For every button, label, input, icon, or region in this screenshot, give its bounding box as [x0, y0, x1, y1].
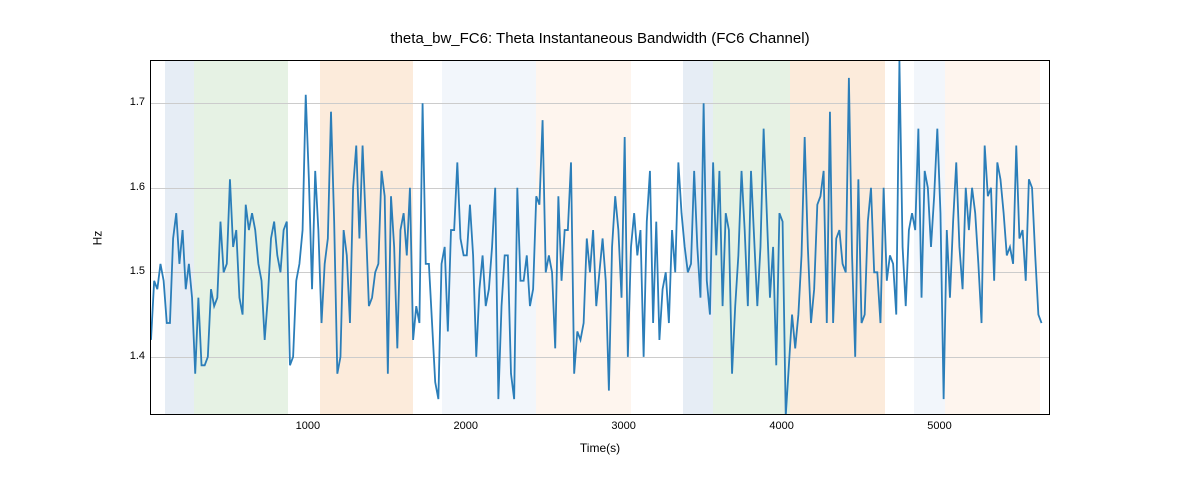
y-tick-label: 1.7 [130, 96, 145, 108]
x-tick-label: 2000 [454, 420, 478, 432]
chart-title: theta_bw_FC6: Theta Instantaneous Bandwi… [0, 30, 1200, 47]
x-axis-label: Time(s) [150, 441, 1050, 455]
x-tick-label: 3000 [611, 420, 635, 432]
y-tick-label: 1.6 [130, 181, 145, 193]
y-tick-label: 1.4 [130, 350, 145, 362]
x-tick-label: 4000 [769, 420, 793, 432]
plot-area [150, 60, 1050, 415]
data-line [151, 61, 1050, 415]
y-axis-label: Hz [90, 230, 104, 245]
x-tick-label: 5000 [927, 420, 951, 432]
y-tick-label: 1.5 [130, 265, 145, 277]
chart-container: Hz Time(s) 1.41.51.61.7 1000200030004000… [150, 60, 1050, 415]
x-tick-label: 1000 [296, 420, 320, 432]
